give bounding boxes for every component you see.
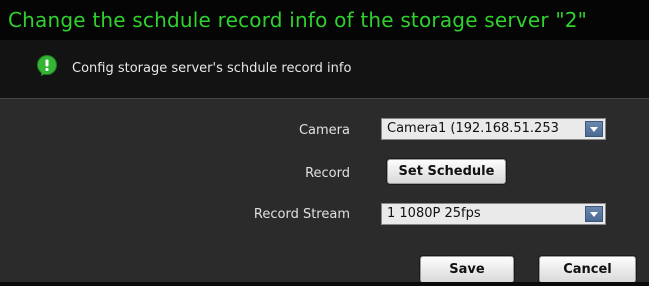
info-bubble-icon [37,55,57,76]
camera-select[interactable]: Camera1 (192.168.51.253 [381,118,606,140]
chevron-down-icon[interactable] [585,121,603,137]
record-label: Record [305,166,350,181]
record-stream-select-value: 1 1080P 25fps [387,206,481,221]
set-schedule-button[interactable]: Set Schedule [387,159,506,184]
dialog-title-bar: Change the schdule record info of the st… [0,0,649,40]
camera-label: Camera [298,123,350,138]
info-banner: Config storage server's schdule record i… [0,40,649,99]
save-button[interactable]: Save [420,256,514,283]
dialog-title: Change the schdule record info of the st… [8,8,588,32]
cancel-button[interactable]: Cancel [539,256,636,283]
record-stream-select[interactable]: 1 1080P 25fps [381,203,606,225]
chevron-down-icon[interactable] [585,206,603,222]
bottom-divider [0,282,649,286]
info-text: Config storage server's schdule record i… [72,61,352,76]
camera-select-value: Camera1 (192.168.51.253 [387,121,559,136]
record-stream-label: Record Stream [253,207,350,222]
